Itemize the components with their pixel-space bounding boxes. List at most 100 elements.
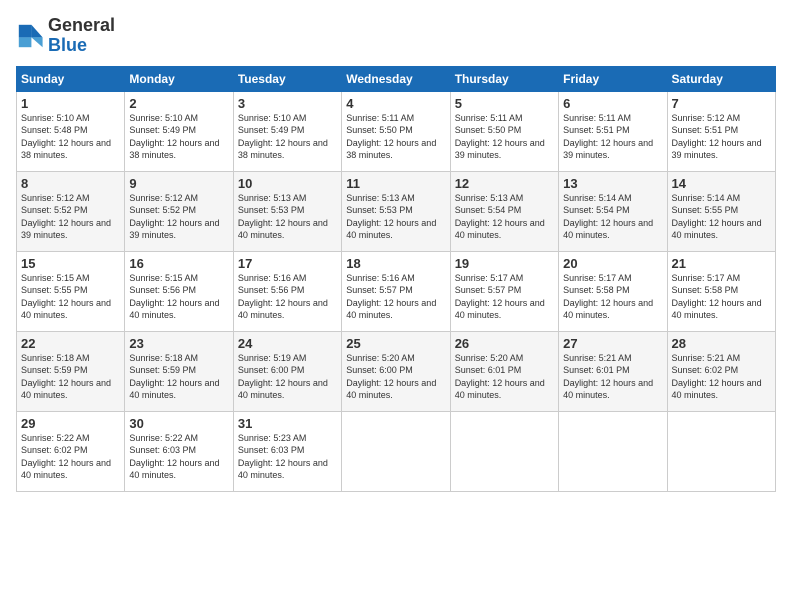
day-info: Sunrise: 5:11 AM Sunset: 5:51 PM Dayligh…	[563, 112, 662, 162]
day-info: Sunrise: 5:21 AM Sunset: 6:01 PM Dayligh…	[563, 352, 662, 402]
day-number: 1	[21, 96, 120, 111]
calendar-cell: 30 Sunrise: 5:22 AM Sunset: 6:03 PM Dayl…	[125, 411, 233, 491]
calendar-cell: 7 Sunrise: 5:12 AM Sunset: 5:51 PM Dayli…	[667, 91, 775, 171]
weekday-header-tuesday: Tuesday	[233, 66, 341, 91]
day-info: Sunrise: 5:21 AM Sunset: 6:02 PM Dayligh…	[672, 352, 771, 402]
calendar-table: SundayMondayTuesdayWednesdayThursdayFrid…	[16, 66, 776, 492]
calendar-cell: 3 Sunrise: 5:10 AM Sunset: 5:49 PM Dayli…	[233, 91, 341, 171]
calendar-cell: 27 Sunrise: 5:21 AM Sunset: 6:01 PM Dayl…	[559, 331, 667, 411]
calendar-week-row: 22 Sunrise: 5:18 AM Sunset: 5:59 PM Dayl…	[17, 331, 776, 411]
calendar-cell: 20 Sunrise: 5:17 AM Sunset: 5:58 PM Dayl…	[559, 251, 667, 331]
day-number: 6	[563, 96, 662, 111]
day-info: Sunrise: 5:16 AM Sunset: 5:57 PM Dayligh…	[346, 272, 445, 322]
weekday-header-row: SundayMondayTuesdayWednesdayThursdayFrid…	[17, 66, 776, 91]
day-number: 7	[672, 96, 771, 111]
weekday-header-thursday: Thursday	[450, 66, 558, 91]
calendar-cell: 26 Sunrise: 5:20 AM Sunset: 6:01 PM Dayl…	[450, 331, 558, 411]
day-number: 8	[21, 176, 120, 191]
day-number: 20	[563, 256, 662, 271]
calendar-cell: 14 Sunrise: 5:14 AM Sunset: 5:55 PM Dayl…	[667, 171, 775, 251]
logo: General Blue	[16, 16, 115, 56]
day-info: Sunrise: 5:12 AM Sunset: 5:52 PM Dayligh…	[21, 192, 120, 242]
day-info: Sunrise: 5:18 AM Sunset: 5:59 PM Dayligh…	[129, 352, 228, 402]
calendar-cell	[450, 411, 558, 491]
day-info: Sunrise: 5:20 AM Sunset: 6:00 PM Dayligh…	[346, 352, 445, 402]
day-number: 16	[129, 256, 228, 271]
day-number: 23	[129, 336, 228, 351]
day-number: 12	[455, 176, 554, 191]
calendar-cell: 22 Sunrise: 5:18 AM Sunset: 5:59 PM Dayl…	[17, 331, 125, 411]
day-number: 18	[346, 256, 445, 271]
day-info: Sunrise: 5:13 AM Sunset: 5:53 PM Dayligh…	[346, 192, 445, 242]
day-info: Sunrise: 5:12 AM Sunset: 5:51 PM Dayligh…	[672, 112, 771, 162]
day-number: 22	[21, 336, 120, 351]
calendar-cell: 17 Sunrise: 5:16 AM Sunset: 5:56 PM Dayl…	[233, 251, 341, 331]
day-info: Sunrise: 5:10 AM Sunset: 5:48 PM Dayligh…	[21, 112, 120, 162]
page-container: General Blue SundayMondayTuesdayWednesda…	[0, 0, 792, 500]
day-number: 29	[21, 416, 120, 431]
weekday-header-monday: Monday	[125, 66, 233, 91]
logo-text: General Blue	[48, 16, 115, 56]
day-number: 14	[672, 176, 771, 191]
weekday-header-sunday: Sunday	[17, 66, 125, 91]
calendar-cell	[559, 411, 667, 491]
calendar-cell: 16 Sunrise: 5:15 AM Sunset: 5:56 PM Dayl…	[125, 251, 233, 331]
day-number: 2	[129, 96, 228, 111]
calendar-cell	[342, 411, 450, 491]
calendar-cell: 6 Sunrise: 5:11 AM Sunset: 5:51 PM Dayli…	[559, 91, 667, 171]
calendar-cell: 24 Sunrise: 5:19 AM Sunset: 6:00 PM Dayl…	[233, 331, 341, 411]
calendar-cell: 12 Sunrise: 5:13 AM Sunset: 5:54 PM Dayl…	[450, 171, 558, 251]
day-info: Sunrise: 5:19 AM Sunset: 6:00 PM Dayligh…	[238, 352, 337, 402]
calendar-cell: 8 Sunrise: 5:12 AM Sunset: 5:52 PM Dayli…	[17, 171, 125, 251]
day-number: 9	[129, 176, 228, 191]
day-info: Sunrise: 5:10 AM Sunset: 5:49 PM Dayligh…	[129, 112, 228, 162]
calendar-cell: 5 Sunrise: 5:11 AM Sunset: 5:50 PM Dayli…	[450, 91, 558, 171]
calendar-cell: 13 Sunrise: 5:14 AM Sunset: 5:54 PM Dayl…	[559, 171, 667, 251]
day-info: Sunrise: 5:20 AM Sunset: 6:01 PM Dayligh…	[455, 352, 554, 402]
calendar-cell: 9 Sunrise: 5:12 AM Sunset: 5:52 PM Dayli…	[125, 171, 233, 251]
day-info: Sunrise: 5:11 AM Sunset: 5:50 PM Dayligh…	[455, 112, 554, 162]
day-info: Sunrise: 5:13 AM Sunset: 5:54 PM Dayligh…	[455, 192, 554, 242]
calendar-cell: 21 Sunrise: 5:17 AM Sunset: 5:58 PM Dayl…	[667, 251, 775, 331]
day-number: 17	[238, 256, 337, 271]
day-info: Sunrise: 5:10 AM Sunset: 5:49 PM Dayligh…	[238, 112, 337, 162]
calendar-cell: 18 Sunrise: 5:16 AM Sunset: 5:57 PM Dayl…	[342, 251, 450, 331]
header: General Blue	[16, 16, 776, 56]
day-number: 26	[455, 336, 554, 351]
day-number: 25	[346, 336, 445, 351]
day-number: 5	[455, 96, 554, 111]
calendar-cell: 10 Sunrise: 5:13 AM Sunset: 5:53 PM Dayl…	[233, 171, 341, 251]
day-info: Sunrise: 5:15 AM Sunset: 5:55 PM Dayligh…	[21, 272, 120, 322]
calendar-cell: 25 Sunrise: 5:20 AM Sunset: 6:00 PM Dayl…	[342, 331, 450, 411]
calendar-cell: 15 Sunrise: 5:15 AM Sunset: 5:55 PM Dayl…	[17, 251, 125, 331]
day-number: 19	[455, 256, 554, 271]
calendar-cell: 19 Sunrise: 5:17 AM Sunset: 5:57 PM Dayl…	[450, 251, 558, 331]
day-info: Sunrise: 5:14 AM Sunset: 5:54 PM Dayligh…	[563, 192, 662, 242]
day-number: 31	[238, 416, 337, 431]
day-info: Sunrise: 5:11 AM Sunset: 5:50 PM Dayligh…	[346, 112, 445, 162]
day-info: Sunrise: 5:17 AM Sunset: 5:57 PM Dayligh…	[455, 272, 554, 322]
day-info: Sunrise: 5:14 AM Sunset: 5:55 PM Dayligh…	[672, 192, 771, 242]
day-info: Sunrise: 5:22 AM Sunset: 6:03 PM Dayligh…	[129, 432, 228, 482]
calendar-cell: 23 Sunrise: 5:18 AM Sunset: 5:59 PM Dayl…	[125, 331, 233, 411]
day-info: Sunrise: 5:22 AM Sunset: 6:02 PM Dayligh…	[21, 432, 120, 482]
weekday-header-wednesday: Wednesday	[342, 66, 450, 91]
day-number: 3	[238, 96, 337, 111]
calendar-week-row: 8 Sunrise: 5:12 AM Sunset: 5:52 PM Dayli…	[17, 171, 776, 251]
calendar-week-row: 1 Sunrise: 5:10 AM Sunset: 5:48 PM Dayli…	[17, 91, 776, 171]
day-info: Sunrise: 5:17 AM Sunset: 5:58 PM Dayligh…	[672, 272, 771, 322]
calendar-week-row: 15 Sunrise: 5:15 AM Sunset: 5:55 PM Dayl…	[17, 251, 776, 331]
day-number: 11	[346, 176, 445, 191]
day-info: Sunrise: 5:13 AM Sunset: 5:53 PM Dayligh…	[238, 192, 337, 242]
calendar-cell: 4 Sunrise: 5:11 AM Sunset: 5:50 PM Dayli…	[342, 91, 450, 171]
day-info: Sunrise: 5:16 AM Sunset: 5:56 PM Dayligh…	[238, 272, 337, 322]
day-number: 28	[672, 336, 771, 351]
day-number: 13	[563, 176, 662, 191]
calendar-cell: 2 Sunrise: 5:10 AM Sunset: 5:49 PM Dayli…	[125, 91, 233, 171]
day-number: 15	[21, 256, 120, 271]
calendar-cell: 29 Sunrise: 5:22 AM Sunset: 6:02 PM Dayl…	[17, 411, 125, 491]
day-number: 21	[672, 256, 771, 271]
weekday-header-friday: Friday	[559, 66, 667, 91]
weekday-header-saturday: Saturday	[667, 66, 775, 91]
day-info: Sunrise: 5:23 AM Sunset: 6:03 PM Dayligh…	[238, 432, 337, 482]
